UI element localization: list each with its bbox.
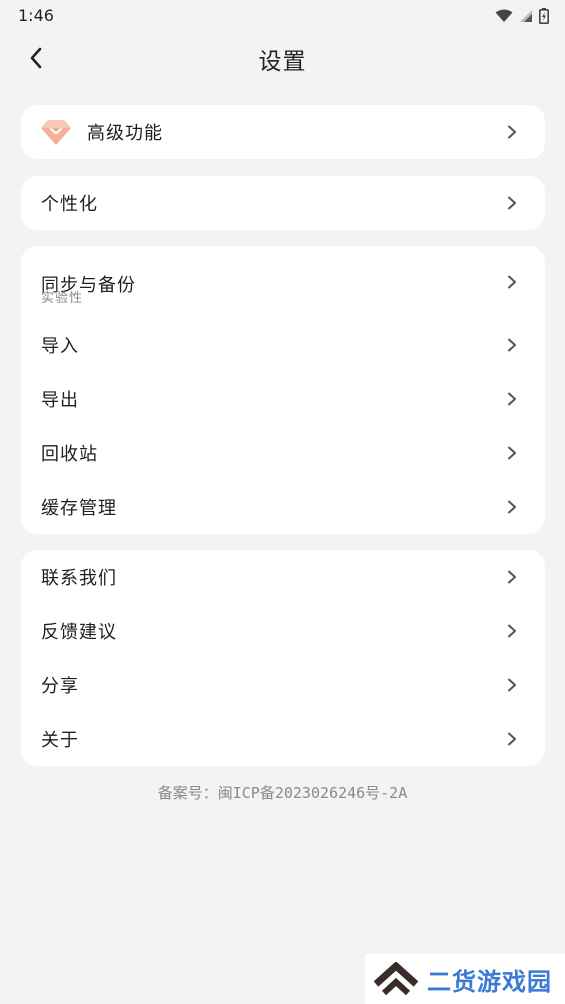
sync-backup-row[interactable]: 同步与备份 实验性 [21,246,545,318]
chevron-right-icon [507,570,519,584]
about-row[interactable]: 关于 [21,712,545,766]
import-row[interactable]: 导入 [21,318,545,372]
chevron-right-icon [507,624,519,638]
recycle-bin-label: 回收站 [41,444,98,465]
data-card: 同步与备份 实验性 导入 导出 回收站 缓存管理 [21,246,545,534]
share-row[interactable]: 分享 [21,658,545,712]
premium-features-row[interactable]: 高级功能 [21,105,545,159]
about-label: 关于 [41,730,79,751]
battery-icon [539,8,549,24]
chevron-right-icon [507,732,519,746]
chevron-right-icon [507,338,519,352]
signal-icon [520,10,532,22]
personalize-row[interactable]: 个性化 [21,176,545,230]
watermark-text: 二货游戏园 [427,967,552,996]
chevron-right-icon [507,500,519,514]
status-bar: 1:46 [0,0,565,32]
feedback-row[interactable]: 反馈建议 [21,604,545,658]
status-time: 1:46 [18,6,54,25]
settings-screen: 1:46 设置 高级功能 个性化 同步与备份 实验性 导入 导出 回收站 缓存管… [0,0,565,1004]
about-card: 联系我们 反馈建议 分享 关于 [21,550,545,766]
export-label: 导出 [41,390,79,411]
export-row[interactable]: 导出 [21,372,545,426]
wifi-icon [495,9,513,22]
personalize-label: 个性化 [41,194,98,215]
premium-card: 高级功能 [21,105,545,159]
watermark: 二货游戏园 [365,954,565,1004]
import-label: 导入 [41,336,79,357]
chevron-up-logo-icon [373,962,419,996]
chevron-right-icon [507,446,519,460]
header: 设置 [0,32,565,88]
status-icons [495,6,549,26]
recycle-bin-row[interactable]: 回收站 [21,426,545,480]
icp-record-text: 备案号：闽ICP备2023026246号-2A [157,784,408,802]
diamond-icon [41,120,71,145]
cache-management-label: 缓存管理 [41,498,117,519]
feedback-label: 反馈建议 [41,622,117,643]
personalize-card: 个性化 [21,176,545,230]
share-label: 分享 [41,676,79,697]
sync-backup-sublabel: 实验性 [41,291,84,306]
chevron-right-icon [507,125,519,139]
contact-us-label: 联系我们 [41,568,117,589]
chevron-right-icon [507,392,519,406]
chevron-right-icon [507,678,519,692]
cache-management-row[interactable]: 缓存管理 [21,480,545,534]
chevron-right-icon [507,196,519,210]
page-title: 设置 [258,49,307,75]
chevron-right-icon [507,275,519,289]
contact-us-row[interactable]: 联系我们 [21,550,545,604]
premium-features-label: 高级功能 [87,123,163,144]
